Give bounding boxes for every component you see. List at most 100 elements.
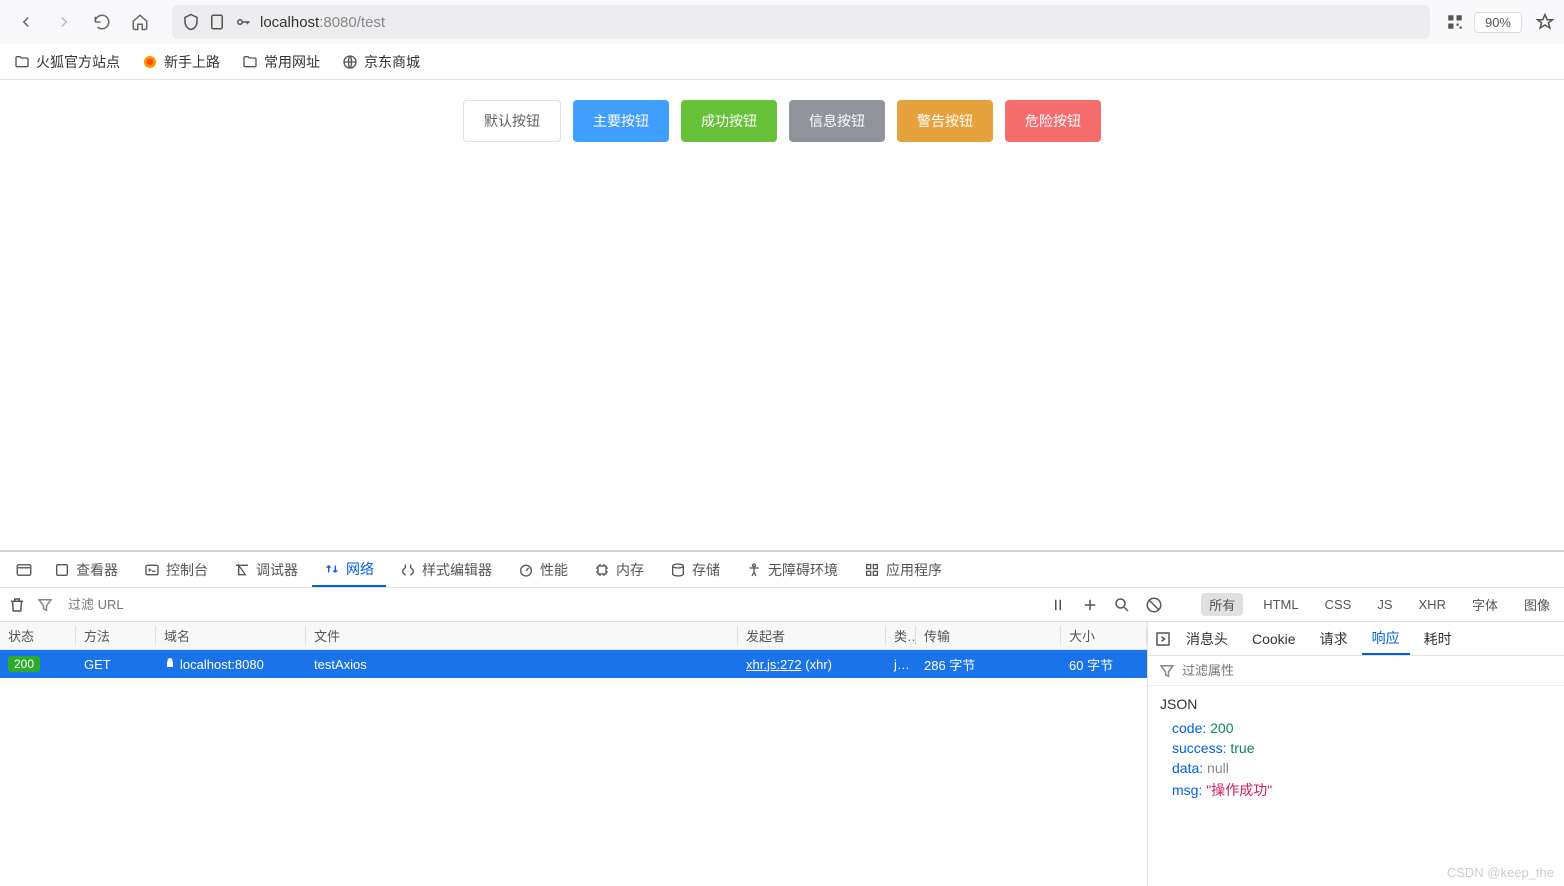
key-icon	[234, 13, 252, 31]
row-file: testAxios	[306, 657, 738, 672]
tab-inspector[interactable]: 查看器	[42, 552, 130, 587]
bookmark-star-icon[interactable]	[1536, 13, 1554, 31]
tab-storage[interactable]: 存储	[658, 552, 732, 587]
detail-tab-request[interactable]: 请求	[1310, 622, 1358, 655]
bookmark-item[interactable]: 京东商城	[342, 52, 420, 72]
row-domain: localhost:8080	[156, 657, 306, 672]
folder-icon	[14, 54, 30, 70]
col-type[interactable]: 类…	[886, 626, 916, 645]
filter-font[interactable]: 字体	[1466, 593, 1504, 616]
devtools-panel: 查看器 控制台 调试器 网络 样式编辑器 性能 内存 存储 无障碍环境 应用程序…	[0, 550, 1564, 886]
col-status[interactable]: 状态	[0, 626, 76, 645]
row-size: 60 字节	[1061, 655, 1147, 674]
filter-xhr[interactable]: XHR	[1413, 595, 1452, 614]
default-button[interactable]: 默认按钮	[463, 100, 561, 142]
status-badge: 200	[8, 656, 40, 672]
url-text: localhost:8080/test	[260, 14, 385, 31]
detail-tab-response[interactable]: 响应	[1362, 622, 1410, 655]
row-type: j…	[886, 657, 916, 672]
reload-button[interactable]	[86, 6, 118, 38]
address-bar[interactable]: localhost:8080/test	[172, 5, 1430, 39]
tab-accessibility[interactable]: 无障碍环境	[734, 552, 850, 587]
shield-icon	[182, 13, 200, 31]
filter-js[interactable]: JS	[1371, 595, 1398, 614]
network-table: 状态 方法 域名 文件 发起者 类… 传输 大小 200 GET localho…	[0, 622, 1148, 886]
row-initiator: xhr.js:272 (xhr)	[738, 657, 886, 672]
filter-html[interactable]: HTML	[1257, 595, 1304, 614]
zoom-level[interactable]: 90%	[1474, 12, 1522, 33]
filter-all[interactable]: 所有	[1201, 593, 1243, 616]
json-key-data: data:	[1172, 760, 1203, 776]
network-filter-bar: 所有 HTML CSS JS XHR 字体 图像	[0, 588, 1564, 622]
search-icon[interactable]	[1113, 596, 1131, 614]
filter-icon	[1158, 662, 1176, 680]
bookmark-label: 京东商城	[364, 52, 420, 72]
json-val-code: 200	[1210, 720, 1233, 736]
pause-icon[interactable]	[1049, 596, 1067, 614]
json-key-success: success:	[1172, 740, 1226, 756]
col-size[interactable]: 大小	[1061, 626, 1147, 645]
tab-memory[interactable]: 内存	[582, 552, 656, 587]
json-val-msg: "操作成功"	[1206, 782, 1272, 798]
page-content: 默认按钮 主要按钮 成功按钮 信息按钮 警告按钮 危险按钮	[0, 80, 1564, 162]
json-root-label[interactable]: JSON	[1152, 696, 1560, 718]
filter-image[interactable]: 图像	[1518, 593, 1556, 616]
col-initiator[interactable]: 发起者	[738, 626, 886, 645]
table-header: 状态 方法 域名 文件 发起者 类… 传输 大小	[0, 622, 1147, 650]
tab-application[interactable]: 应用程序	[852, 552, 954, 587]
col-method[interactable]: 方法	[76, 626, 156, 645]
danger-button[interactable]: 危险按钮	[1005, 100, 1101, 142]
detail-tab-timing[interactable]: 耗时	[1414, 622, 1462, 655]
filter-css[interactable]: CSS	[1319, 595, 1358, 614]
filter-icon	[36, 596, 54, 614]
detail-tab-cookie[interactable]: Cookie	[1242, 622, 1306, 655]
bookmark-label: 常用网址	[264, 52, 320, 72]
table-row[interactable]: 200 GET localhost:8080 testAxios xhr.js:…	[0, 650, 1147, 678]
bookmark-bar: 火狐官方站点 新手上路 常用网址 京东商城	[0, 44, 1564, 80]
page-icon	[208, 13, 226, 31]
bookmark-item[interactable]: 火狐官方站点	[14, 52, 120, 72]
bookmark-label: 火狐官方站点	[36, 52, 120, 72]
trash-icon[interactable]	[8, 596, 26, 614]
forward-button[interactable]	[48, 6, 80, 38]
tab-network[interactable]: 网络	[312, 552, 386, 587]
col-file[interactable]: 文件	[306, 626, 738, 645]
devtools-tabbar: 查看器 控制台 调试器 网络 样式编辑器 性能 内存 存储 无障碍环境 应用程序	[0, 552, 1564, 588]
col-domain[interactable]: 域名	[156, 626, 306, 645]
browser-toolbar: localhost:8080/test 90%	[0, 0, 1564, 44]
tab-debugger[interactable]: 调试器	[222, 552, 310, 587]
primary-button[interactable]: 主要按钮	[573, 100, 669, 142]
watermark: CSDN @keep_the	[1447, 865, 1554, 880]
devtools-dock-icon[interactable]	[8, 554, 40, 586]
col-transfer[interactable]: 传输	[916, 626, 1061, 645]
tab-console[interactable]: 控制台	[132, 552, 220, 587]
block-icon[interactable]	[1145, 596, 1163, 614]
success-button[interactable]: 成功按钮	[681, 100, 777, 142]
json-key-code: code:	[1172, 720, 1206, 736]
plus-icon[interactable]	[1081, 596, 1099, 614]
json-key-msg: msg:	[1172, 782, 1202, 798]
tab-style-editor[interactable]: 样式编辑器	[388, 552, 504, 587]
toggle-panel-icon[interactable]	[1154, 630, 1172, 648]
response-detail-panel: 消息头 Cookie 请求 响应 耗时 JSON code: 200 succe…	[1148, 622, 1564, 886]
json-val-data: null	[1207, 760, 1229, 776]
tab-performance[interactable]: 性能	[506, 552, 580, 587]
qr-icon[interactable]	[1446, 13, 1464, 31]
back-button[interactable]	[10, 6, 42, 38]
warning-button[interactable]: 警告按钮	[897, 100, 993, 142]
folder-icon	[242, 54, 258, 70]
bookmark-label: 新手上路	[164, 52, 220, 72]
filter-url-input[interactable]	[64, 593, 1039, 616]
globe-icon	[342, 54, 358, 70]
row-method: GET	[76, 657, 156, 672]
home-button[interactable]	[124, 6, 156, 38]
firefox-icon	[142, 54, 158, 70]
bookmark-item[interactable]: 常用网址	[242, 52, 320, 72]
json-view: JSON code: 200 success: true data: null …	[1148, 686, 1564, 812]
json-val-success: true	[1230, 740, 1254, 756]
bookmark-item[interactable]: 新手上路	[142, 52, 220, 72]
detail-tab-headers[interactable]: 消息头	[1176, 622, 1238, 655]
info-button[interactable]: 信息按钮	[789, 100, 885, 142]
row-transfer: 286 字节	[916, 655, 1061, 674]
filter-properties-input[interactable]	[1182, 663, 1358, 678]
